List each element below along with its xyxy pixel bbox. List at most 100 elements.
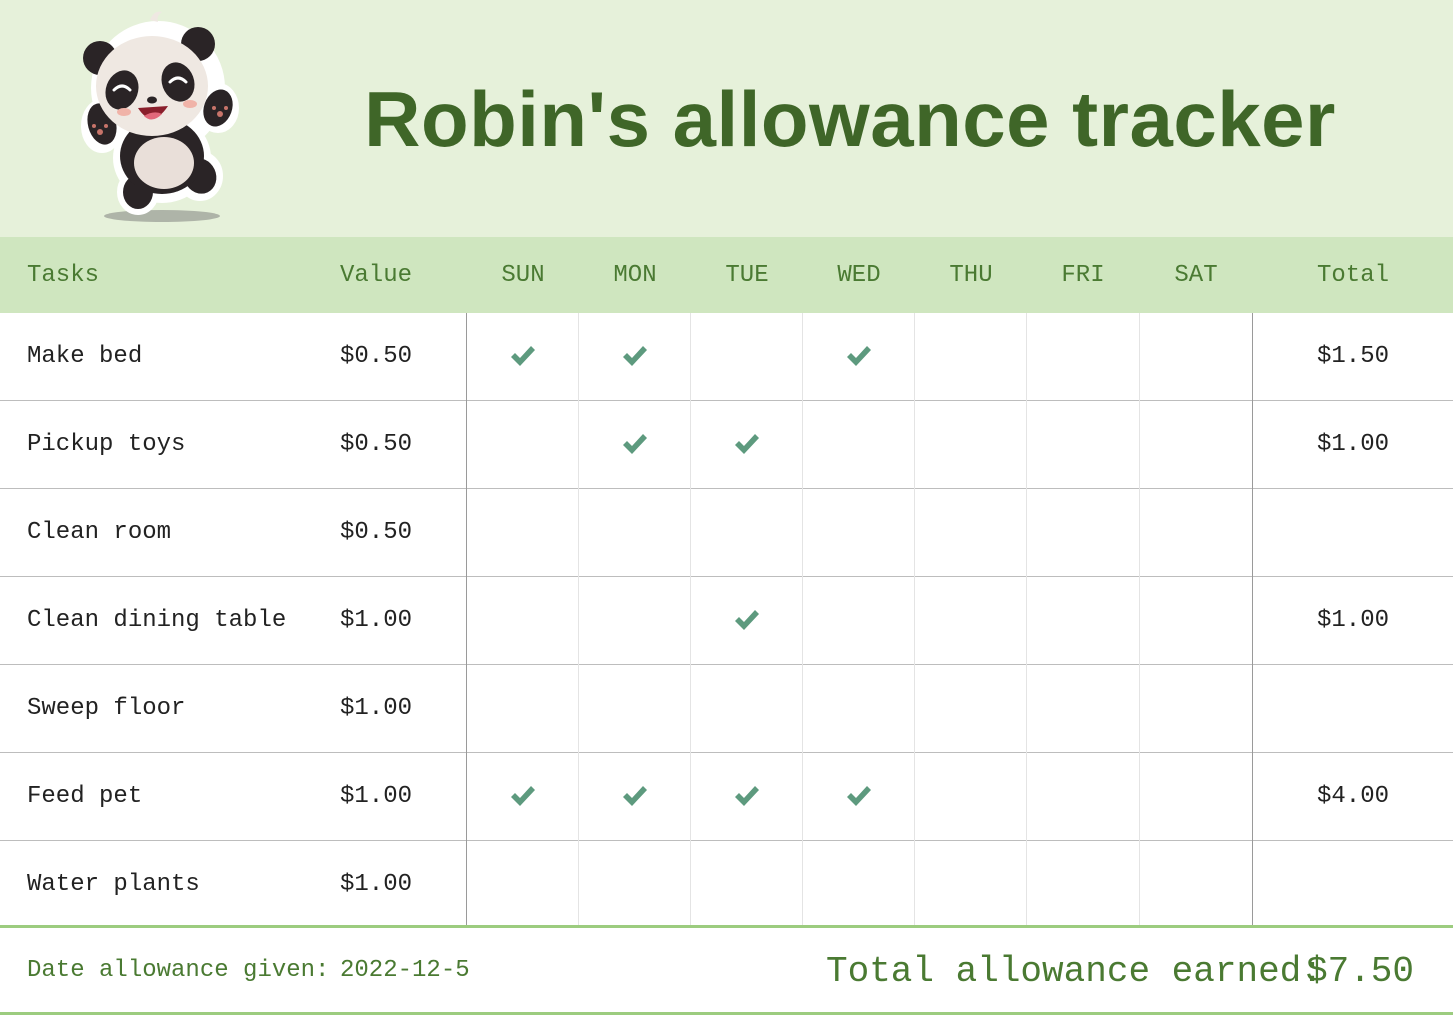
date-value[interactable]: 2022-12-5 <box>340 946 470 996</box>
total-allowance-value: $7.50 <box>1306 951 1415 992</box>
day-check-cell-fri[interactable] <box>1027 577 1139 665</box>
task-name: Sweep floor <box>27 695 186 722</box>
day-check-cell-fri[interactable] <box>1027 841 1139 929</box>
column-divider <box>914 313 915 926</box>
header-day-mon: MON <box>613 262 657 289</box>
day-check-cell-fri[interactable] <box>1027 753 1139 841</box>
day-check-cell-thu[interactable] <box>915 489 1027 577</box>
day-check-cell-wed[interactable] <box>803 489 915 577</box>
day-check-cell-wed[interactable] <box>803 313 915 401</box>
day-check-cell-tue[interactable] <box>691 665 803 753</box>
footer-rule-top <box>0 925 1453 928</box>
day-check-cell-mon[interactable] <box>579 665 691 753</box>
header-day-fri: FRI <box>1061 262 1105 289</box>
day-check-cell-mon[interactable] <box>579 577 691 665</box>
day-check-cell-mon[interactable] <box>579 841 691 929</box>
column-divider <box>578 313 579 926</box>
task-total: $4.00 <box>1316 783 1389 810</box>
day-check-cell-wed[interactable] <box>803 665 915 753</box>
task-name: Make bed <box>27 343 143 370</box>
day-check-cell-sun[interactable] <box>467 401 579 489</box>
task-value: $1.00 <box>340 871 413 898</box>
task-total: $1.00 <box>1316 431 1389 458</box>
checkmark-icon <box>735 786 759 806</box>
task-value: $0.50 <box>340 431 413 458</box>
day-check-cell-fri[interactable] <box>1027 665 1139 753</box>
day-check-cell-mon[interactable] <box>579 401 691 489</box>
day-check-cell-sat[interactable] <box>1140 665 1252 753</box>
task-total <box>1253 841 1453 929</box>
table-row: Pickup toys $0.50 $1.00 <box>0 401 1453 489</box>
day-check-cell-sat[interactable] <box>1140 841 1252 929</box>
task-name: Water plants <box>27 871 200 898</box>
day-check-cell-sat[interactable] <box>1140 313 1252 401</box>
column-divider <box>802 313 803 926</box>
day-check-cell-thu[interactable] <box>915 665 1027 753</box>
header-day-sun: SUN <box>501 262 545 289</box>
day-check-cell-fri[interactable] <box>1027 401 1139 489</box>
checkmark-icon <box>847 786 871 806</box>
day-check-cell-wed[interactable] <box>803 577 915 665</box>
day-check-cell-tue[interactable] <box>691 841 803 929</box>
task-name: Clean room <box>27 519 172 546</box>
day-check-cell-sat[interactable] <box>1140 489 1252 577</box>
task-name: Pickup toys <box>27 431 186 458</box>
task-value: $0.50 <box>340 343 413 370</box>
task-name: Clean dining table <box>27 607 287 634</box>
day-check-cell-sun[interactable] <box>467 753 579 841</box>
table-row: Sweep floor $1.00 <box>0 665 1453 753</box>
day-check-cell-mon[interactable] <box>579 489 691 577</box>
checkmark-icon <box>735 434 759 454</box>
page-title: Robin's allowance tracker <box>364 75 1336 163</box>
task-total <box>1253 665 1453 753</box>
table-header: Tasks Value SUN MON TUE WED THU FRI SAT … <box>0 237 1453 313</box>
day-check-cell-thu[interactable] <box>915 577 1027 665</box>
day-check-cell-tue[interactable] <box>691 401 803 489</box>
column-divider <box>466 313 467 926</box>
header-day-thu: THU <box>949 262 993 289</box>
day-check-cell-sun[interactable] <box>467 577 579 665</box>
column-divider <box>1139 313 1140 926</box>
column-divider <box>1252 313 1253 926</box>
day-check-cell-sun[interactable] <box>467 313 579 401</box>
day-check-cell-tue[interactable] <box>691 577 803 665</box>
header-day-sat: SAT <box>1174 262 1218 289</box>
table-row: Feed pet $1.00 $4.00 <box>0 753 1453 841</box>
day-check-cell-thu[interactable] <box>915 841 1027 929</box>
table-row: Water plants $1.00 <box>0 841 1453 929</box>
task-total: $1.00 <box>1316 607 1389 634</box>
day-check-cell-mon[interactable] <box>579 753 691 841</box>
header-day-tue: TUE <box>725 262 769 289</box>
header-banner: Robin's allowance tracker <box>0 0 1453 237</box>
day-check-cell-thu[interactable] <box>915 401 1027 489</box>
table-row: Clean dining table $1.00 $1.00 <box>0 577 1453 665</box>
checkmark-icon <box>511 786 535 806</box>
day-check-cell-mon[interactable] <box>579 313 691 401</box>
day-check-cell-tue[interactable] <box>691 489 803 577</box>
task-value: $1.00 <box>340 783 413 810</box>
task-total <box>1253 489 1453 577</box>
checkmark-icon <box>847 346 871 366</box>
day-check-cell-wed[interactable] <box>803 841 915 929</box>
day-check-cell-fri[interactable] <box>1027 313 1139 401</box>
day-check-cell-sun[interactable] <box>467 489 579 577</box>
day-check-cell-wed[interactable] <box>803 401 915 489</box>
day-check-cell-sat[interactable] <box>1140 401 1252 489</box>
checkmark-icon <box>511 346 535 366</box>
checkmark-icon <box>735 610 759 630</box>
day-check-cell-thu[interactable] <box>915 753 1027 841</box>
day-check-cell-thu[interactable] <box>915 313 1027 401</box>
day-check-cell-fri[interactable] <box>1027 489 1139 577</box>
day-check-cell-wed[interactable] <box>803 753 915 841</box>
day-check-cell-tue[interactable] <box>691 753 803 841</box>
day-check-cell-sat[interactable] <box>1140 753 1252 841</box>
checkmark-icon <box>623 434 647 454</box>
day-check-cell-tue[interactable] <box>691 313 803 401</box>
header-day-wed: WED <box>837 262 881 289</box>
date-label: Date allowance given: <box>27 957 330 984</box>
task-value: $0.50 <box>340 519 413 546</box>
day-check-cell-sun[interactable] <box>467 665 579 753</box>
task-name: Feed pet <box>27 783 143 810</box>
day-check-cell-sat[interactable] <box>1140 577 1252 665</box>
day-check-cell-sun[interactable] <box>467 841 579 929</box>
